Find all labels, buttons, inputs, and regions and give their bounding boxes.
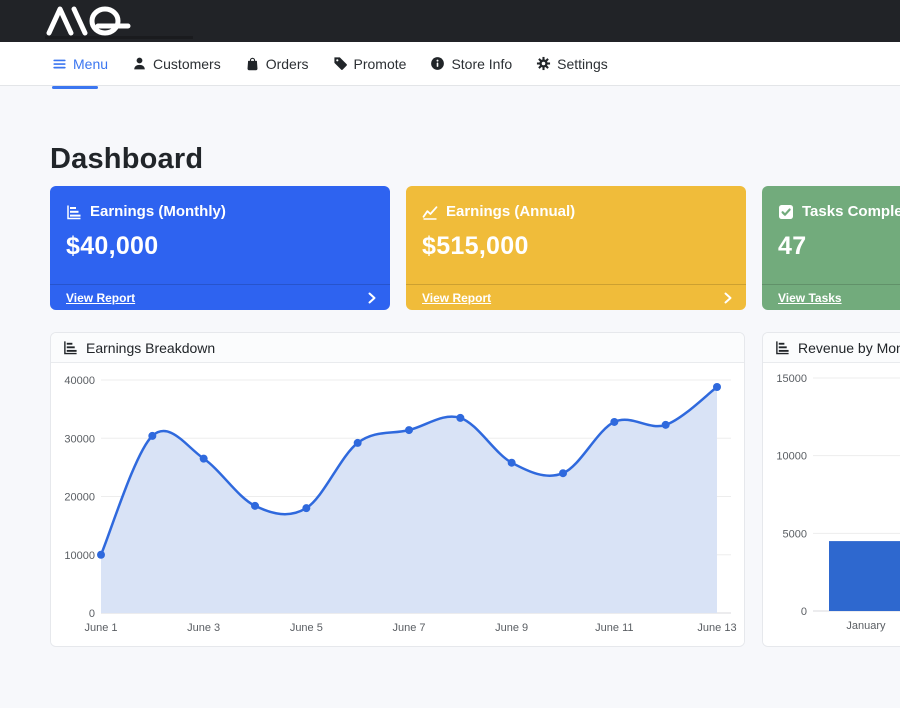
- earnings-breakdown-card: Earnings Breakdown 0 10000 20000 30000 40000…: [50, 332, 745, 647]
- revenue-by-month-card: Revenue by Month 0 5000 10000 15000 January: [762, 332, 900, 647]
- tag-icon: [333, 56, 348, 71]
- stat-cards-row: Earnings (Monthly) $40,000 View Report E…: [50, 186, 900, 310]
- svg-text:June 1: June 1: [84, 622, 117, 634]
- stat-card-earnings-annual: Earnings (Annual) $515,000 View Report: [406, 186, 746, 310]
- nav-item-settings[interactable]: Settings: [536, 56, 608, 72]
- nav-item-promote[interactable]: Promote: [333, 56, 407, 72]
- svg-text:10000: 10000: [776, 451, 807, 463]
- revenue-by-month-chart: 0 5000 10000 15000 January: [763, 363, 900, 646]
- svg-text:30000: 30000: [64, 433, 95, 445]
- stat-card-value: $40,000: [50, 220, 390, 261]
- menu-icon: [52, 57, 67, 71]
- nav-item-label: Promote: [354, 56, 407, 72]
- svg-text:June 5: June 5: [290, 622, 323, 634]
- svg-text:January: January: [846, 620, 886, 632]
- nav-item-store-info[interactable]: Store Info: [430, 56, 512, 72]
- stat-card-value: 47: [762, 220, 900, 261]
- svg-text:20000: 20000: [64, 492, 95, 504]
- info-circle-icon: [430, 56, 445, 71]
- nav-item-label: Menu: [73, 56, 108, 72]
- chart-title: Revenue by Month: [798, 340, 900, 356]
- active-tab-underline: [52, 86, 98, 89]
- nav-item-label: Customers: [153, 56, 221, 72]
- top-app-bar: [0, 0, 900, 42]
- line-chart-icon: [422, 204, 438, 220]
- bar-chart-icon: [66, 204, 82, 220]
- chart-title: Earnings Breakdown: [86, 340, 215, 356]
- stat-card-tasks-completed: Tasks Completed 47 View Tasks: [762, 186, 900, 310]
- bar-chart-icon: [63, 340, 78, 355]
- main-navbar: Menu Customers Orders Promote Store Info: [0, 42, 900, 86]
- view-report-link[interactable]: View Report: [422, 291, 491, 305]
- svg-text:June 3: June 3: [187, 622, 220, 634]
- page-title: Dashboard: [50, 143, 900, 176]
- brand-logo[interactable]: [46, 6, 132, 41]
- stat-card-title: Tasks Completed: [802, 203, 900, 220]
- nav-item-customers[interactable]: Customers: [132, 56, 221, 72]
- bag-icon: [245, 56, 260, 71]
- svg-text:0: 0: [89, 608, 95, 620]
- nav-item-menu[interactable]: Menu: [52, 56, 108, 72]
- stat-card-title: Earnings (Monthly): [90, 203, 226, 220]
- svg-text:15000: 15000: [776, 373, 807, 385]
- brand-logo-icon: [46, 6, 132, 36]
- view-tasks-link[interactable]: View Tasks: [778, 291, 842, 305]
- svg-text:June 11: June 11: [595, 622, 633, 634]
- svg-text:5000: 5000: [783, 528, 807, 540]
- nav-item-label: Store Info: [451, 56, 512, 72]
- stat-card-value: $515,000: [406, 220, 746, 261]
- bar-chart-icon: [775, 340, 790, 355]
- earnings-breakdown-chart: 0 10000 20000 30000 40000 June 1 June 3 June 5 J…: [51, 363, 744, 646]
- nav-item-orders[interactable]: Orders: [245, 56, 309, 72]
- gear-icon: [536, 56, 551, 71]
- svg-text:10000: 10000: [64, 550, 95, 562]
- svg-text:0: 0: [801, 606, 807, 618]
- nav-item-label: Settings: [557, 56, 608, 72]
- view-report-link[interactable]: View Report: [66, 291, 135, 305]
- nav-item-label: Orders: [266, 56, 309, 72]
- chevron-right-icon[interactable]: [368, 292, 376, 304]
- svg-text:June 13: June 13: [697, 622, 736, 634]
- svg-text:40000: 40000: [64, 375, 95, 387]
- charts-row: Earnings Breakdown 0 10000 20000 30000 40000…: [50, 332, 900, 647]
- stat-card-earnings-monthly: Earnings (Monthly) $40,000 View Report: [50, 186, 390, 310]
- svg-text:June 9: June 9: [495, 622, 528, 634]
- stat-card-title: Earnings (Annual): [446, 203, 575, 220]
- person-icon: [132, 56, 147, 71]
- svg-text:June 7: June 7: [392, 622, 425, 634]
- chevron-right-icon[interactable]: [724, 292, 732, 304]
- check-square-icon: [778, 204, 794, 220]
